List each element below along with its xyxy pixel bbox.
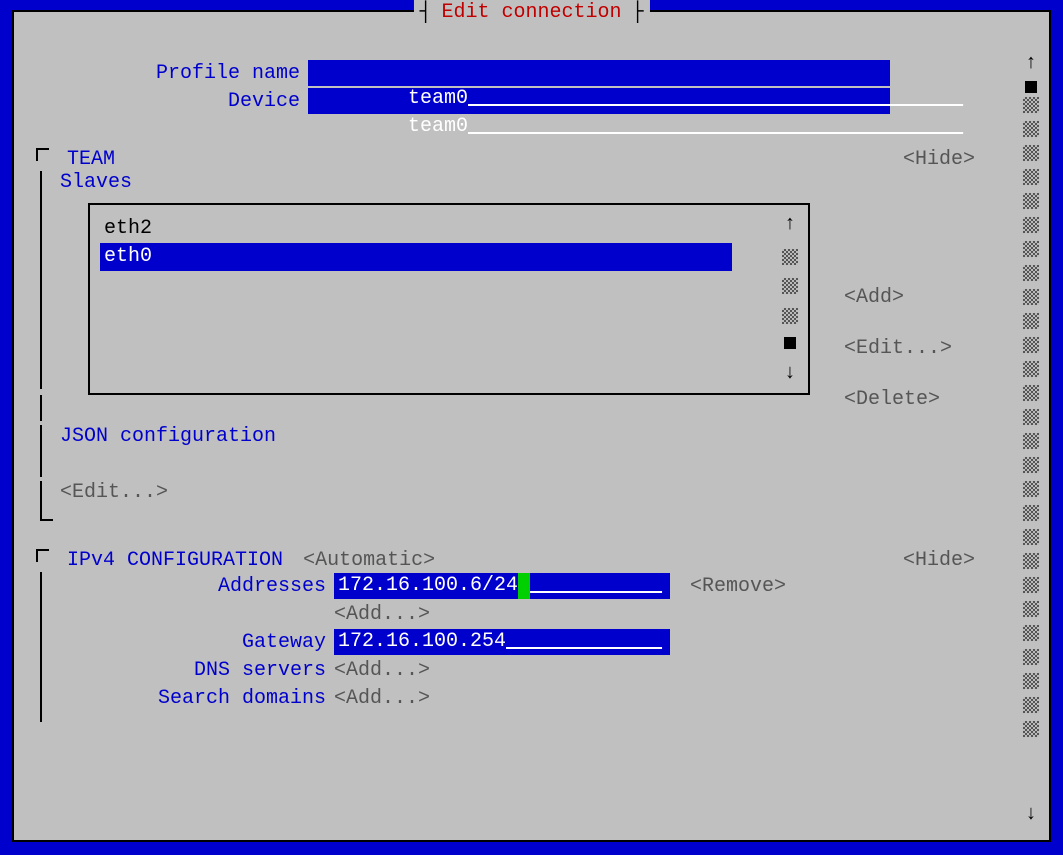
section-marker-icon	[36, 148, 49, 161]
gateway-input[interactable]: 172.16.100.254	[334, 629, 670, 655]
content-area: Profile name team0 Device team0	[36, 60, 1013, 826]
profile-name-label: Profile name	[36, 62, 308, 85]
addresses-label: Addresses	[60, 575, 334, 598]
ipv4-hide-button[interactable]: <Hide>	[903, 549, 975, 572]
address-add-button[interactable]: <Add...>	[334, 603, 430, 626]
title-bar: ┤ Edit connection ├	[413, 0, 649, 26]
address-input[interactable]: 172.16.100.6/24	[334, 573, 670, 599]
slave-add-button[interactable]: <Add>	[844, 286, 952, 309]
json-edit-button[interactable]: <Edit...>	[60, 481, 168, 507]
title-sep-left: ┤	[419, 1, 431, 24]
profile-name-input[interactable]: team0	[308, 60, 890, 86]
dialog-window: ┤ Edit connection ├ ↑ ↓ Profile name tea…	[12, 10, 1051, 842]
slaves-listbox[interactable]: eth2 eth0 ↑ ↓	[88, 203, 810, 395]
search-add-button[interactable]: <Add...>	[334, 687, 430, 710]
team-hide-button[interactable]: <Hide>	[903, 148, 975, 171]
title-sep-right: ├	[632, 1, 644, 24]
gateway-label: Gateway	[60, 631, 334, 654]
window-title: Edit connection	[431, 1, 631, 24]
scrollbar-thumb[interactable]	[784, 337, 796, 349]
main-scrollbar[interactable]: ↑ ↓	[1021, 52, 1041, 826]
section-marker-icon	[36, 549, 49, 562]
text-cursor-icon	[518, 573, 530, 599]
search-domains-label: Search domains	[60, 687, 334, 710]
scroll-up-icon[interactable]: ↑	[1025, 52, 1037, 75]
ipv4-mode-select[interactable]: <Automatic>	[303, 549, 435, 572]
slave-item-eth2[interactable]: eth2	[100, 215, 798, 243]
team-section-title: TEAM	[67, 148, 115, 171]
scrollbar-thumb[interactable]	[1025, 81, 1037, 93]
slave-delete-button[interactable]: <Delete>	[844, 388, 952, 411]
slaves-scrollbar[interactable]: ↑ ↓	[780, 213, 800, 385]
scroll-up-icon[interactable]: ↑	[784, 213, 796, 236]
ipv4-section-title: IPv4 CONFIGURATION	[67, 549, 283, 572]
address-remove-button[interactable]: <Remove>	[690, 575, 786, 598]
slave-item-eth0[interactable]: eth0	[100, 243, 732, 271]
scroll-down-icon[interactable]: ↓	[784, 362, 796, 385]
scroll-down-icon[interactable]: ↓	[1025, 803, 1037, 826]
json-config-label: JSON configuration	[60, 425, 276, 451]
dns-label: DNS servers	[60, 659, 334, 682]
device-label: Device	[36, 90, 308, 113]
slave-edit-button[interactable]: <Edit...>	[844, 337, 952, 360]
slaves-label: Slaves	[60, 171, 132, 197]
dns-add-button[interactable]: <Add...>	[334, 659, 430, 682]
